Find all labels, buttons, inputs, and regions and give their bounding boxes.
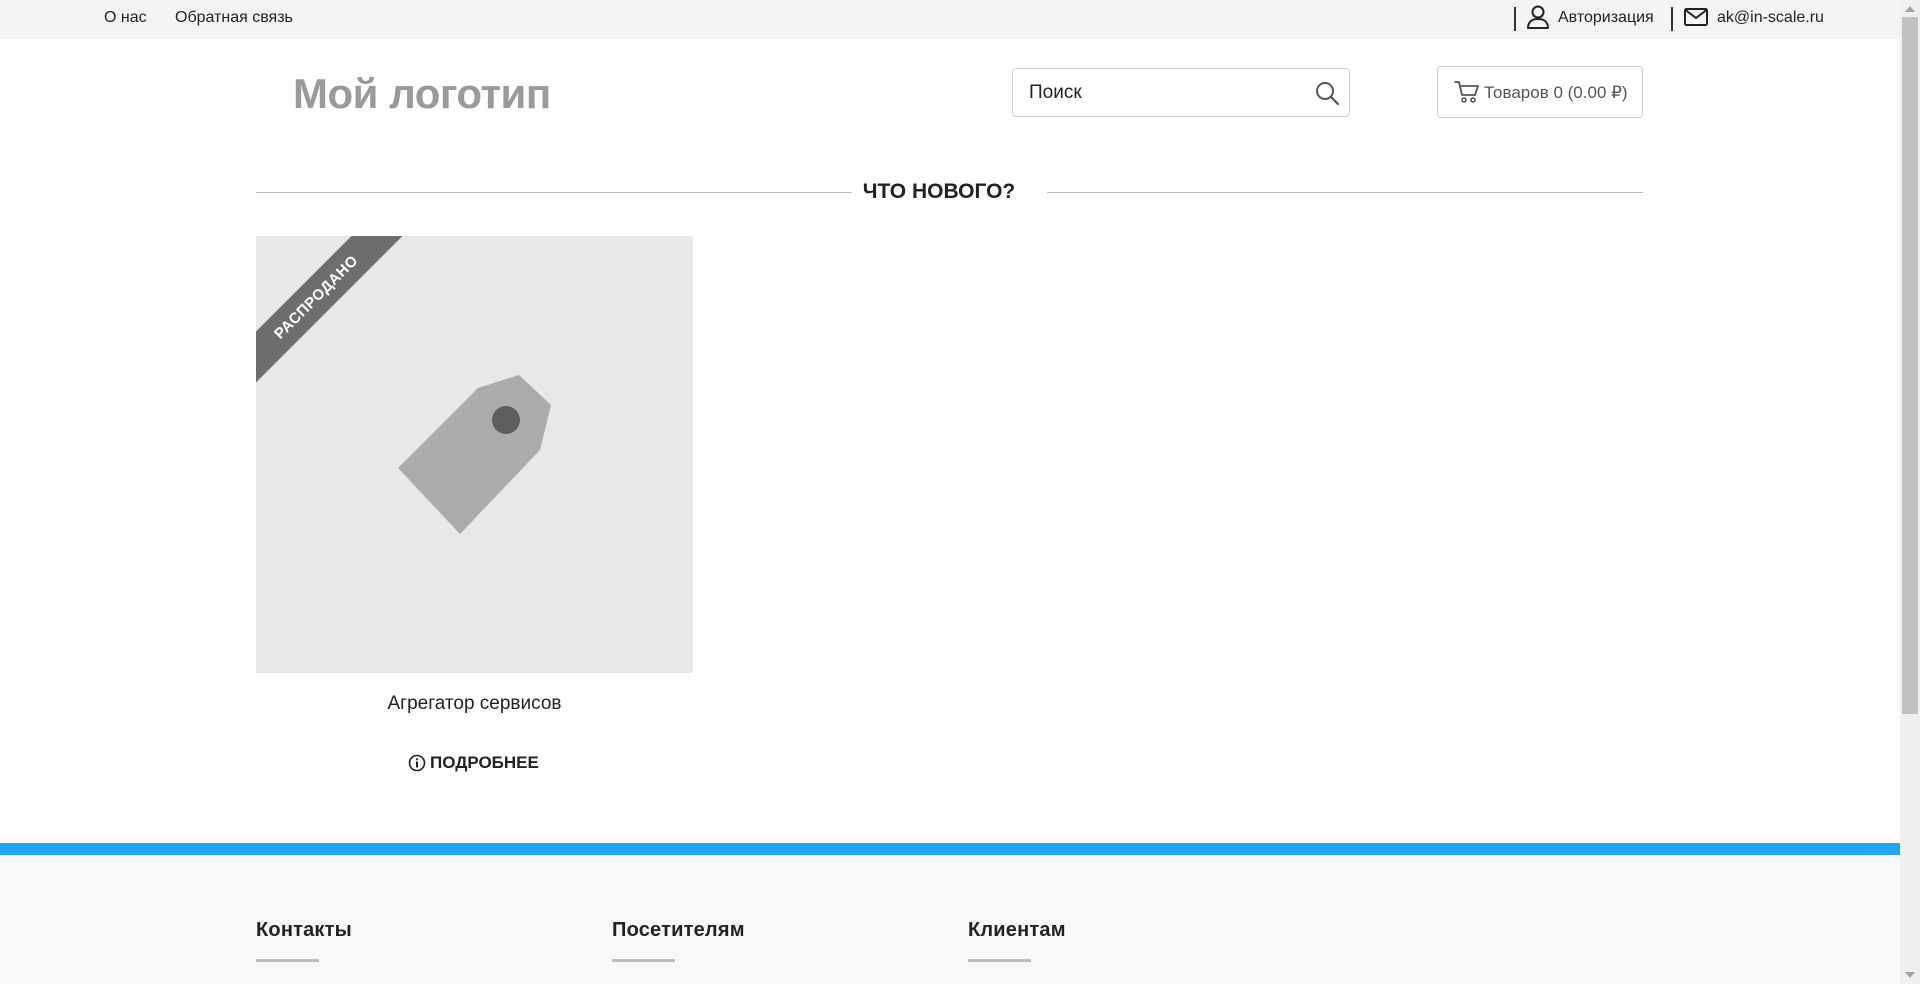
details-button[interactable]: ПОДРОБНЕЕ: [408, 753, 539, 773]
footer-heading: Посетителям: [612, 919, 745, 941]
site-logo[interactable]: Мой логотип: [293, 70, 551, 118]
footer-heading: Контакты: [256, 919, 352, 941]
search-input[interactable]: [1029, 81, 1299, 105]
section-title: ЧТО НОВОГО?: [862, 180, 1016, 203]
footer-column-clients: Клиентам: [968, 919, 1066, 962]
email-link[interactable]: ak@in-scale.ru: [1717, 9, 1824, 27]
product-image[interactable]: РАСПРОДАНО: [256, 236, 693, 673]
search-box: [1012, 68, 1350, 117]
info-icon: [408, 754, 426, 772]
search-icon[interactable]: [1313, 79, 1341, 107]
envelope-icon[interactable]: [1683, 4, 1709, 30]
footer-heading-underline: [968, 959, 1031, 962]
section-divider-left: [256, 192, 852, 193]
product-title[interactable]: Агрегатор сервисов: [256, 693, 693, 715]
cart-summary: Товаров 0 (0.00 ₽): [1484, 83, 1628, 102]
footer-heading-underline: [256, 959, 319, 962]
footer-heading: Клиентам: [968, 919, 1066, 941]
page-scrollbar[interactable]: [1900, 0, 1920, 984]
cart-icon: [1454, 81, 1479, 103]
cart-button[interactable]: Товаров 0 (0.00 ₽): [1437, 66, 1643, 118]
top-bar: О нас Обратная связь Авторизация ak@in-s…: [0, 0, 1900, 39]
about-link[interactable]: О нас: [104, 9, 147, 27]
footer: Контакты Посетителям Клиентам: [0, 855, 1900, 984]
details-label: ПОДРОБНЕЕ: [430, 753, 539, 772]
section-divider-right: [1047, 192, 1643, 193]
login-link[interactable]: Авторизация: [1558, 9, 1654, 27]
footer-column-visitors: Посетителям: [612, 919, 745, 962]
scrollbar-thumb[interactable]: [1902, 17, 1918, 714]
footer-accent-bar: [0, 843, 1900, 855]
scroll-down-arrow-icon[interactable]: [1905, 972, 1915, 978]
divider: [1514, 7, 1516, 31]
user-icon[interactable]: [1525, 4, 1551, 30]
footer-column-contacts: Контакты: [256, 919, 352, 962]
divider: [1671, 7, 1673, 31]
footer-heading-underline: [612, 959, 675, 962]
feedback-link[interactable]: Обратная связь: [175, 9, 293, 27]
scroll-up-arrow-icon[interactable]: [1905, 6, 1915, 12]
